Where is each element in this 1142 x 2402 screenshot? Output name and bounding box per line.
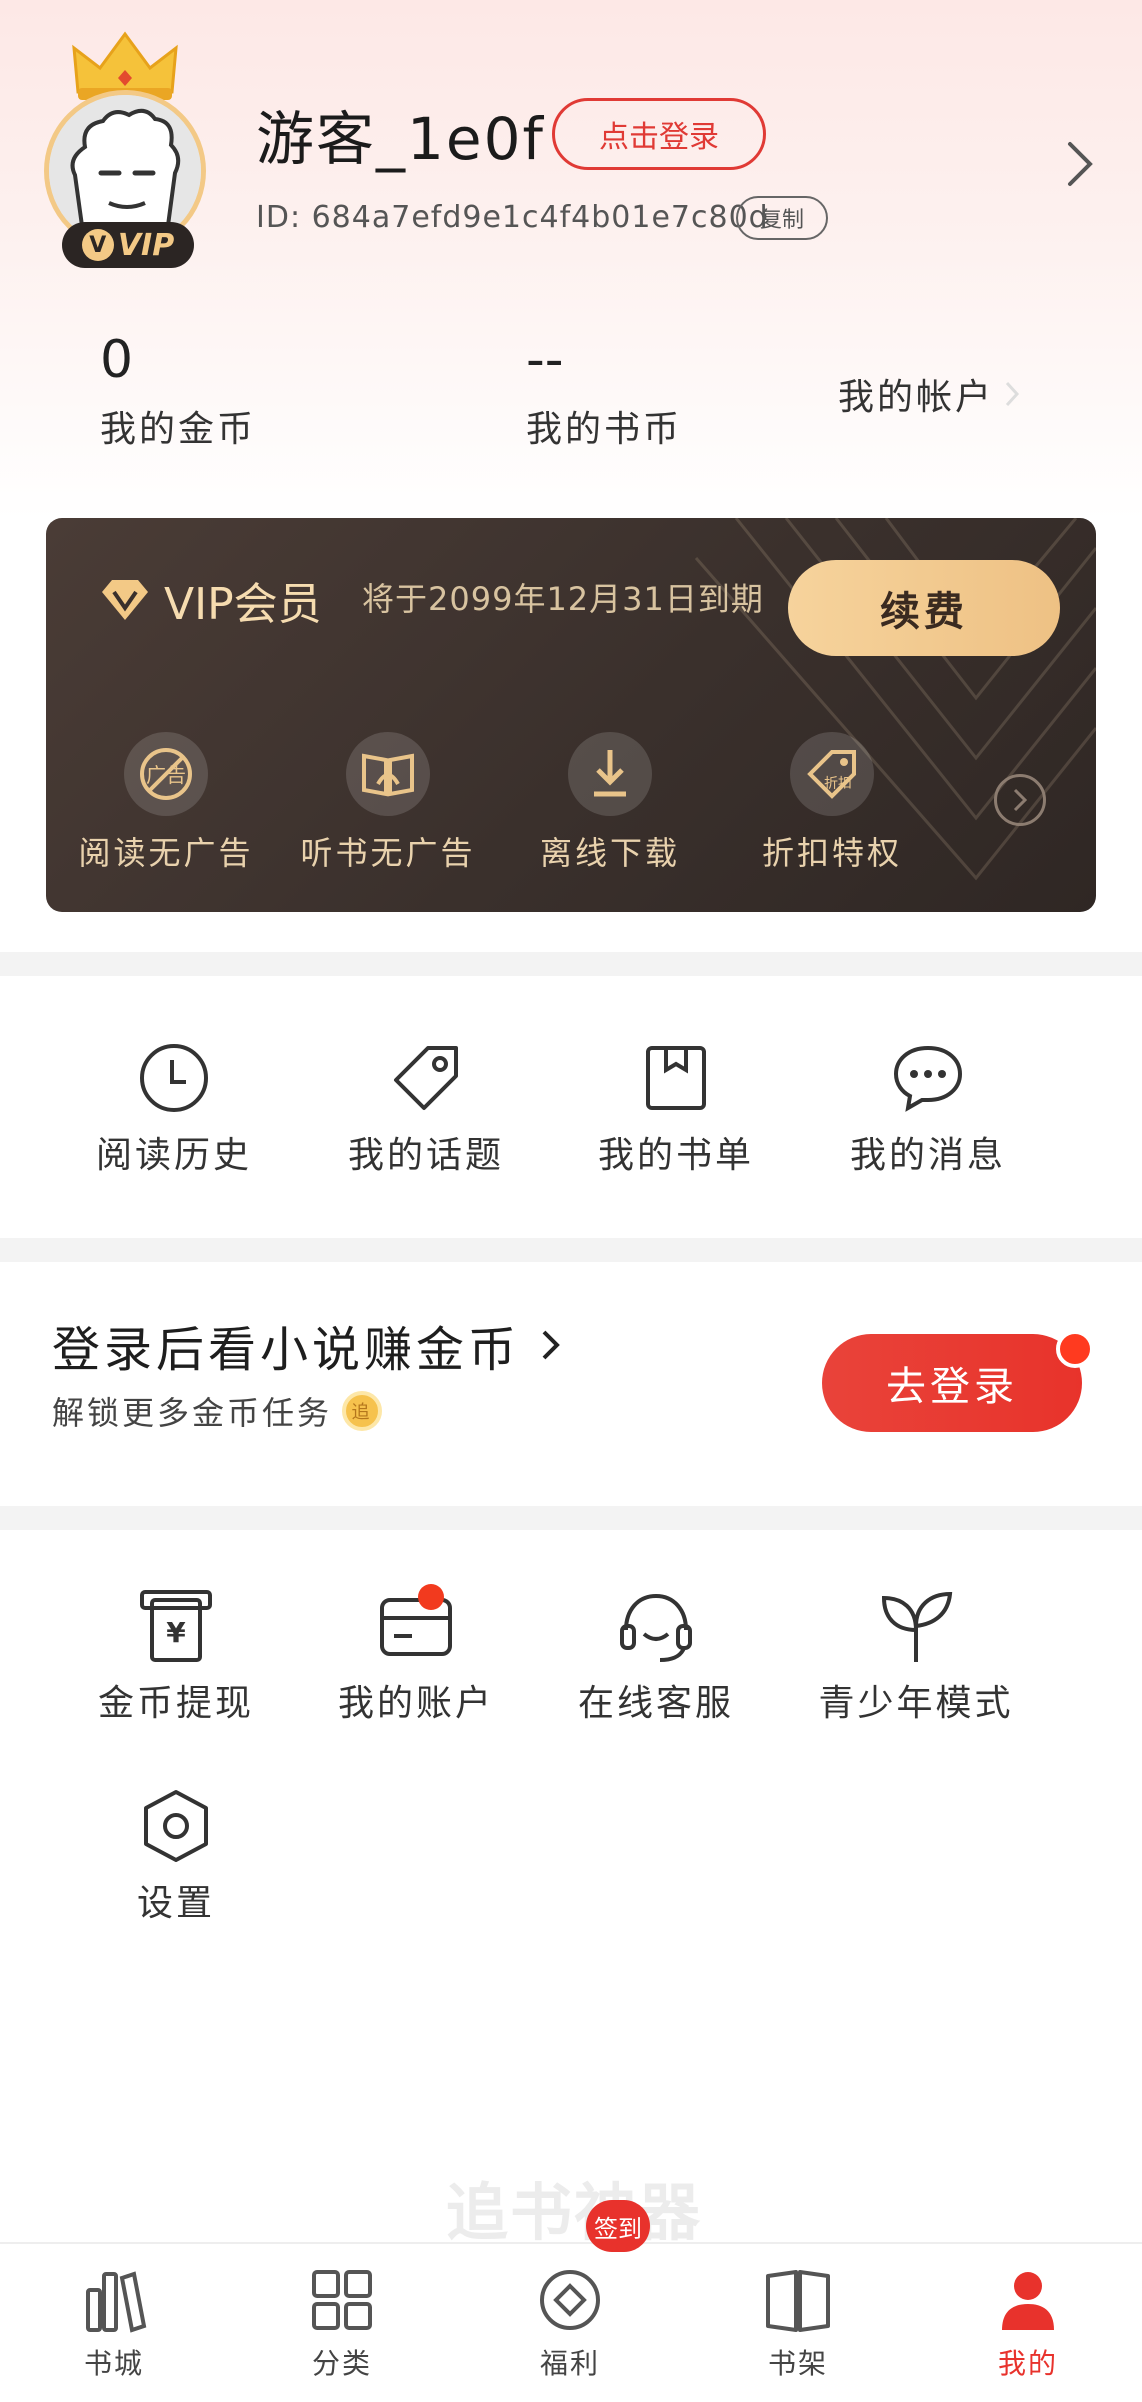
vip-diamond-icon [102, 580, 148, 620]
service-online-support[interactable]: 在线客服 [536, 1586, 776, 1726]
perk-no-ad-audiobook[interactable]: 听书无广告 [288, 732, 488, 874]
bookstore-icon [86, 2271, 147, 2333]
section-divider [0, 1238, 1142, 1262]
audiobook-icon [362, 753, 414, 797]
coins-stat[interactable]: 0 我的金币 [100, 330, 256, 452]
chevron-right-icon [1013, 788, 1028, 812]
sprout-icon [881, 1591, 953, 1662]
tab-label: 书架 [767, 2347, 828, 2380]
username: 游客_1e0f [256, 105, 545, 173]
download-icon [594, 750, 626, 797]
promo-title-text: 登录后看小说赚金币 [52, 1322, 521, 1378]
promo-subtitle: 解锁更多金币任务 追 [52, 1388, 383, 1434]
quick-my-topics[interactable]: 我的话题 [316, 1040, 536, 1178]
bottom-tab-bar: 书城 分类 福利 书架 我的 [0, 2242, 1142, 2402]
tab-label: 我的 [997, 2347, 1058, 2380]
booklist-icon [646, 1046, 706, 1110]
quick-my-messages[interactable]: 我的消息 [818, 1040, 1038, 1178]
login-button[interactable]: 点击登录 [552, 98, 766, 170]
tab-mine[interactable]: 我的 [928, 2264, 1128, 2382]
quick-reading-history[interactable]: 阅读历史 [64, 1040, 284, 1178]
wallet-card-icon [380, 1598, 452, 1656]
svg-text:¥: ¥ [166, 1616, 186, 1649]
book-coins-label: 我的书币 [526, 409, 683, 450]
settings-hex-icon [144, 1790, 208, 1862]
user-id: ID: 684a7efd9e1c4f4b01e7c80d [256, 200, 769, 235]
open-book-icon [766, 2270, 830, 2332]
tab-label: 书城 [83, 2347, 144, 2380]
vip-title: VIP会员 [100, 568, 322, 632]
tab-bookstore[interactable]: 书城 [14, 2264, 214, 2382]
copy-id-button[interactable]: 复制 [736, 196, 828, 240]
notification-dot [1056, 1330, 1094, 1368]
promo-subtitle-text: 解锁更多金币任务 [52, 1394, 333, 1432]
svg-text:折扣: 折扣 [824, 776, 852, 792]
promo-title[interactable]: 登录后看小说赚金币 [52, 1310, 562, 1380]
avatar-group[interactable]: V VIP [40, 30, 220, 270]
discount-tag-icon: 折扣 [807, 750, 856, 799]
tag-icon [394, 1046, 458, 1110]
perk-no-ad-reading[interactable]: 广告 阅读无广告 [66, 732, 266, 874]
perks-more-button[interactable] [994, 774, 1046, 826]
service-settings[interactable]: 设置 [56, 1786, 296, 1926]
service-teen-mode[interactable]: 青少年模式 [796, 1586, 1036, 1726]
my-account-label: 我的帐户 [838, 377, 995, 418]
my-account-link[interactable]: 我的帐户 [838, 368, 1020, 420]
service-label: 金币提现 [97, 1683, 254, 1724]
quick-my-booklist[interactable]: 我的书单 [566, 1040, 786, 1178]
quick-link-label: 阅读历史 [95, 1135, 252, 1176]
chevron-right-icon [542, 1330, 560, 1360]
book-coins-stat[interactable]: -- 我的书币 [526, 330, 682, 452]
tab-bookshelf[interactable]: 书架 [698, 2264, 898, 2382]
service-label: 我的账户 [337, 1683, 494, 1724]
withdraw-icon: ¥ [140, 1590, 212, 1662]
perk-label: 离线下载 [539, 834, 680, 872]
book-coins-value: -- [526, 330, 564, 390]
profile-chevron-right-icon[interactable] [1066, 140, 1094, 188]
renew-button[interactable]: 续费 [788, 560, 1060, 656]
tab-label: 分类 [311, 2347, 372, 2380]
vip-v-icon: V [81, 229, 114, 261]
service-label: 青少年模式 [818, 1683, 1014, 1724]
tab-welfare[interactable]: 福利 [470, 2264, 670, 2382]
coins-label: 我的金币 [100, 409, 257, 450]
perk-discount[interactable]: 折扣 折扣特权 [732, 732, 932, 874]
coin-target-icon [540, 2270, 600, 2330]
quick-link-label: 我的消息 [849, 1135, 1006, 1176]
chevron-right-icon [1005, 381, 1020, 407]
service-label: 在线客服 [577, 1683, 734, 1724]
perk-offline-download[interactable]: 离线下载 [510, 732, 710, 874]
vip-avatar-badge: V VIP [62, 222, 194, 268]
vip-card: VIP会员 将于2099年12月31日到期 续费 广告 阅读无广告 听书无广告 … [46, 518, 1096, 912]
vip-badge-text: VIP [117, 227, 175, 263]
notification-dot [418, 1584, 444, 1610]
clock-icon [140, 1044, 208, 1112]
vip-expire-text: 将于2099年12月31日到期 [362, 580, 764, 618]
section-divider [0, 952, 1142, 976]
perk-label: 听书无广告 [300, 834, 476, 872]
go-login-button[interactable]: 去登录 [822, 1334, 1082, 1432]
quick-link-label: 我的书单 [597, 1135, 754, 1176]
app-watermark: 追书神器 [446, 2176, 703, 2249]
service-my-account[interactable]: 我的账户 [296, 1586, 536, 1726]
chat-bubble-icon [893, 1045, 963, 1112]
quick-link-label: 我的话题 [347, 1135, 504, 1176]
sign-in-badge[interactable]: 签到 [586, 2200, 650, 2252]
grid-icon [312, 2270, 372, 2330]
tab-label: 福利 [539, 2347, 600, 2380]
no-ad-icon: 广告 [140, 748, 192, 800]
gold-coin-icon: 追 [342, 1391, 383, 1431]
tab-category[interactable]: 分类 [242, 2264, 442, 2382]
service-coin-withdraw[interactable]: ¥ 金币提现 [56, 1586, 296, 1726]
perk-label: 折扣特权 [761, 834, 902, 872]
perk-label: 阅读无广告 [78, 834, 254, 872]
section-divider [0, 1506, 1142, 1530]
headset-icon [620, 1593, 692, 1662]
coins-value: 0 [100, 330, 134, 390]
person-icon [1002, 2272, 1054, 2330]
vip-title-text: VIP会员 [164, 579, 322, 630]
service-label: 设置 [136, 1883, 215, 1924]
